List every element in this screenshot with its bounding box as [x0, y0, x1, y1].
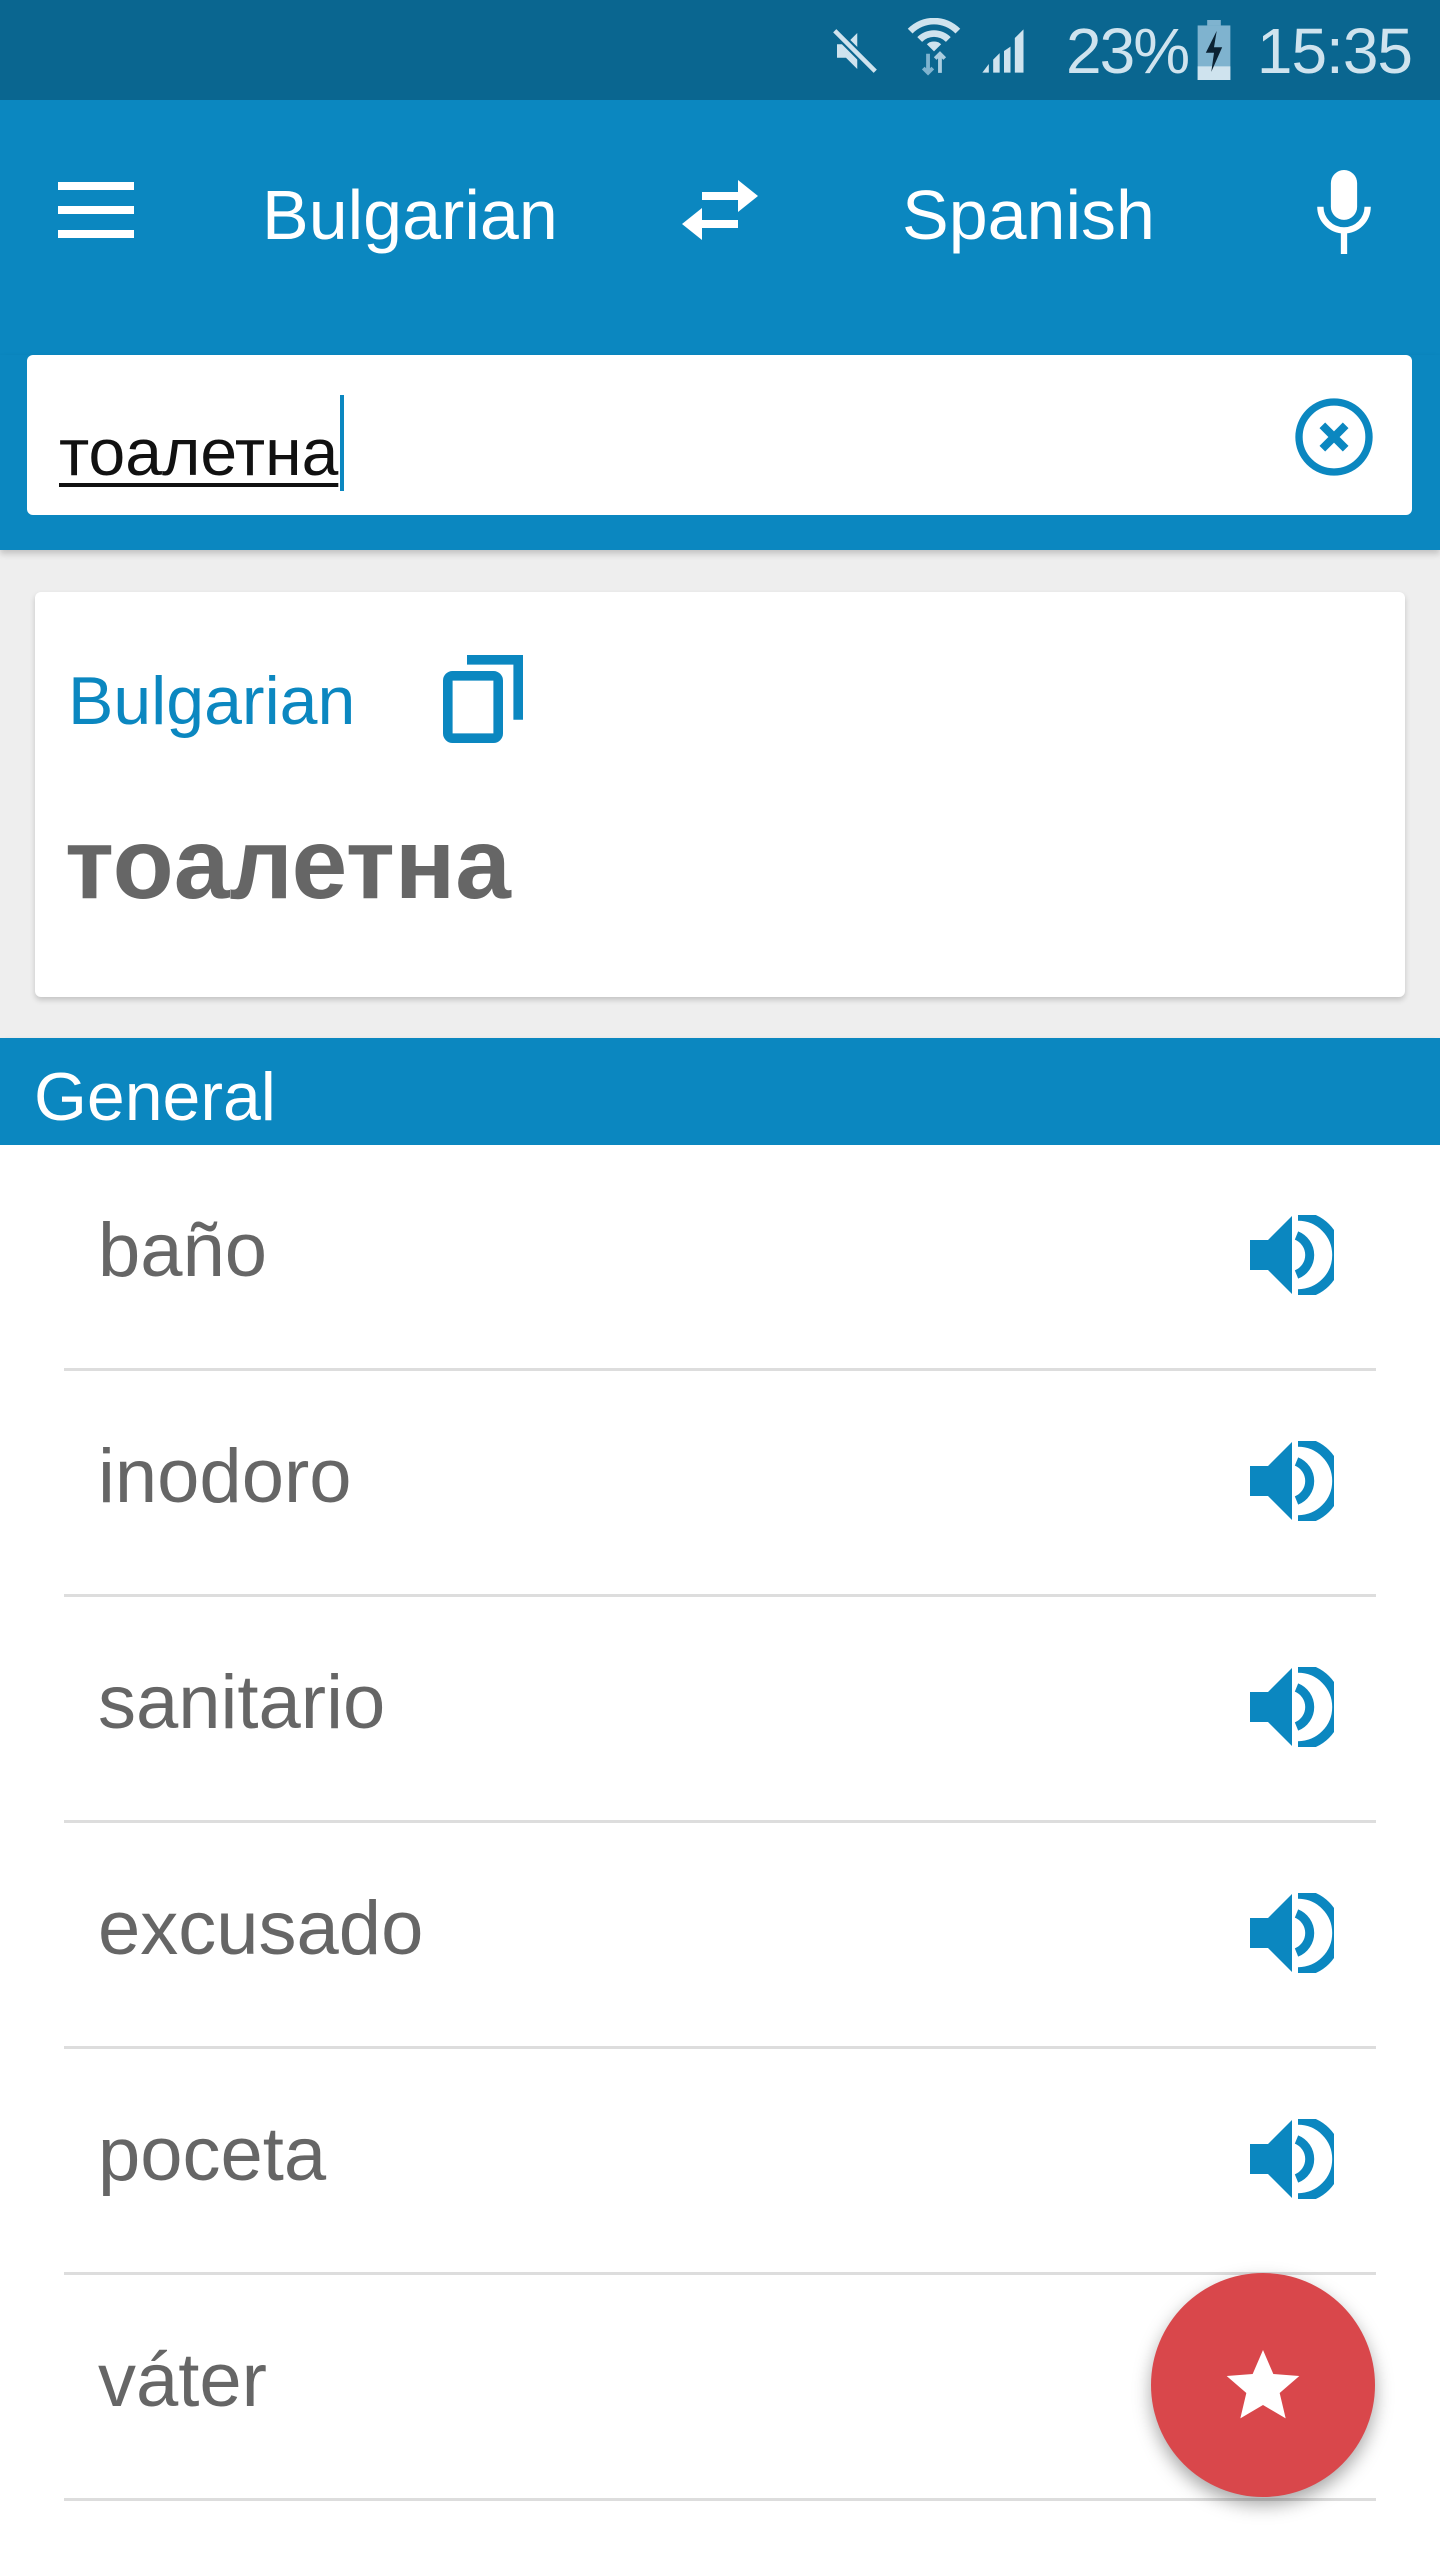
search-input[interactable]: тоалетна	[59, 395, 345, 494]
search-box[interactable]: тоалетна	[27, 355, 1412, 515]
section-header-general: General	[0, 1038, 1440, 1145]
speaker-icon[interactable]	[1250, 2119, 1334, 2199]
microphone-icon[interactable]	[1312, 170, 1376, 254]
star-icon	[1226, 2350, 1300, 2419]
list-item[interactable]: inodoro	[0, 1371, 1440, 1597]
wifi-icon	[907, 18, 961, 76]
mute-icon	[831, 27, 879, 75]
battery-charging-icon	[1197, 20, 1231, 80]
translation-word: excusado	[98, 1886, 424, 1971]
translation-word: sanitario	[98, 1660, 386, 1745]
translation-word: inodoro	[98, 1434, 352, 1519]
speaker-icon[interactable]	[1250, 1441, 1334, 1521]
card-language-label: Bulgarian	[68, 663, 356, 739]
list-item[interactable]: baño	[0, 1145, 1440, 1371]
battery-percent: 23%	[1066, 15, 1190, 87]
hamburger-menu-icon[interactable]	[58, 182, 134, 238]
speaker-icon[interactable]	[1250, 1215, 1334, 1295]
list-item[interactable]: sanitario	[0, 1597, 1440, 1823]
target-language-selector[interactable]: Spanish	[902, 170, 1155, 260]
section-title: General	[34, 1059, 276, 1135]
favorites-fab-button[interactable]	[1151, 2273, 1375, 2497]
translation-word: baño	[98, 1208, 268, 1293]
source-word-card: Bulgarian тоалетна	[35, 592, 1405, 997]
clear-circle-icon[interactable]	[1294, 397, 1374, 477]
search-input-text: тоалетна	[59, 415, 339, 489]
divider	[64, 2498, 1376, 2501]
copy-icon[interactable]	[443, 655, 523, 743]
swap-arrows-icon[interactable]	[682, 180, 758, 240]
list-item[interactable]: poceta	[0, 2049, 1440, 2275]
translation-word: váter	[98, 2338, 267, 2423]
list-item[interactable]: excusado	[0, 1823, 1440, 2049]
clock: 15:35	[1256, 15, 1413, 87]
speaker-icon[interactable]	[1250, 1893, 1334, 1973]
status-bar: 23% 15:35	[0, 0, 1440, 100]
source-word: тоалетна	[65, 808, 511, 920]
toolbar: Bulgarian Spanish	[0, 100, 1440, 355]
translation-word: poceta	[98, 2112, 327, 2197]
text-caret	[340, 395, 345, 491]
source-language-selector[interactable]: Bulgarian	[262, 170, 558, 260]
signal-icon	[982, 29, 1024, 73]
speaker-icon[interactable]	[1250, 1667, 1334, 1747]
